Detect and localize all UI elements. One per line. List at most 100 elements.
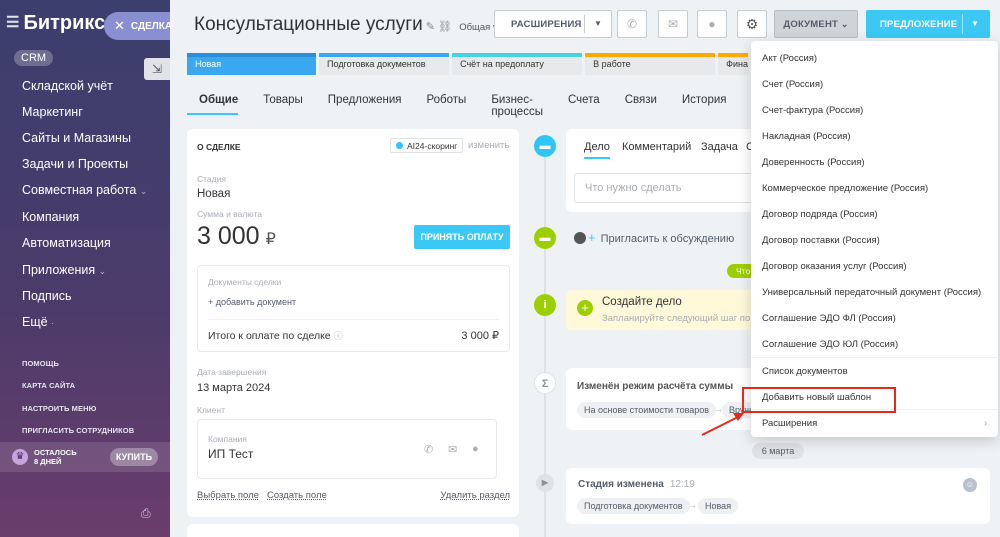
extensions-button[interactable]: РАСШИРЕНИЯ ▼ bbox=[494, 10, 612, 38]
gear-icon[interactable]: ⚙ bbox=[737, 10, 767, 38]
menu-item-commercial-offer[interactable]: Коммерческое предложение (Россия) bbox=[762, 183, 928, 194]
menu-item-supply-contract[interactable]: Договор поставки (Россия) bbox=[762, 235, 880, 246]
avatar[interactable]: ☺ bbox=[963, 478, 977, 492]
stage-prepay-invoice[interactable]: Счёт на предоплату bbox=[452, 53, 583, 75]
menu-item-power-of-attorney[interactable]: Доверенность (Россия) bbox=[762, 157, 865, 168]
tab-products[interactable]: Товары bbox=[263, 92, 303, 116]
stage-prep-docs[interactable]: Подготовка документов bbox=[319, 53, 450, 75]
document-button[interactable]: ДОКУМЕНТ ⌄ bbox=[774, 10, 858, 38]
invite-to-discussion[interactable]: + Пригласить к обсуждению bbox=[574, 230, 734, 245]
sitemap-link[interactable]: КАРТА САЙТА bbox=[22, 381, 75, 390]
create-activity-card[interactable]: + Создайте дело Запланируйте следующий ш… bbox=[566, 290, 783, 330]
create-field-link[interactable]: Создать поле bbox=[267, 490, 327, 501]
tab-links[interactable]: Связи bbox=[625, 92, 657, 116]
task-input[interactable]: Что нужно сделать bbox=[574, 173, 754, 203]
sidebar-item-warehouse[interactable]: Складской учёт bbox=[22, 79, 113, 93]
chevron-down-icon[interactable]: ▼ bbox=[971, 19, 979, 28]
link-icon[interactable]: ⛓ bbox=[438, 21, 452, 33]
close-icon[interactable]: ✕ bbox=[114, 18, 125, 34]
sidebar-item-sign[interactable]: Подпись bbox=[22, 289, 71, 303]
ai-scoring-badge[interactable]: AI24-скоринг bbox=[390, 138, 464, 153]
sidebar-item-automation[interactable]: Автоматизация bbox=[22, 236, 111, 250]
chat-icon[interactable]: ● bbox=[472, 443, 479, 455]
deal-sum[interactable]: 3 000 ₽ bbox=[197, 222, 276, 251]
buy-button[interactable]: КУПИТЬ bbox=[110, 448, 158, 466]
tab-activity[interactable]: Дело bbox=[584, 141, 610, 159]
tab-offers[interactable]: Предложения bbox=[328, 92, 402, 116]
tab-invoices[interactable]: Счета bbox=[568, 92, 600, 116]
info-icon[interactable]: ⓘ bbox=[334, 331, 343, 341]
configure-menu-link[interactable]: НАСТРОИТЬ МЕНЮ bbox=[22, 404, 96, 413]
menu-item-invoice-factura[interactable]: Счет-фактура (Россия) bbox=[762, 105, 863, 116]
sidebar-item-more[interactable]: Ещё · bbox=[22, 315, 54, 329]
plus-icon: + bbox=[588, 230, 596, 245]
add-document-link[interactable]: + добавить документ bbox=[208, 297, 296, 307]
printer-icon[interactable]: ⎙ bbox=[141, 506, 151, 521]
tab-bizproc[interactable]: Бизнес-процессы bbox=[491, 92, 543, 118]
document-dropdown-menu: Акт (Россия) Счет (Россия) Счет-фактура … bbox=[751, 41, 998, 437]
help-link[interactable]: ПОМОЩЬ bbox=[22, 359, 59, 368]
activity-editor: Дело Комментарий Задача С Что нужно сдел… bbox=[566, 129, 756, 212]
phone-icon[interactable]: ✆ bbox=[617, 10, 647, 38]
menu-item-service-contract[interactable]: Договор оказания услуг (Россия) bbox=[762, 261, 907, 272]
stage-final[interactable]: Фина bbox=[718, 53, 748, 75]
chat-icon[interactable]: ● bbox=[697, 10, 727, 38]
menu-item-act[interactable]: Акт (Россия) bbox=[762, 53, 817, 64]
sidebar-item-apps[interactable]: Приложения ⌄ bbox=[22, 263, 106, 277]
sidebar-item-marketing[interactable]: Маркетинг bbox=[22, 105, 83, 119]
collapse-arrow-icon[interactable]: ⇲ bbox=[144, 58, 170, 80]
invite-employees-link[interactable]: ПРИГЛАСИТЬ СОТРУДНИКОВ bbox=[22, 426, 134, 435]
menu-item-document-list[interactable]: Список документов bbox=[762, 366, 848, 377]
left-sidebar: ☰Битрикс 2 ✕СДЕЛКА CRM ⇲ Складской учёт … bbox=[0, 0, 172, 537]
select-field-link[interactable]: Выбрать поле bbox=[197, 490, 259, 501]
chevron-down-icon: ⌄ bbox=[840, 18, 849, 29]
mail-icon[interactable]: ✉ bbox=[658, 10, 688, 38]
sidebar-item-company[interactable]: Компания bbox=[22, 210, 79, 224]
deal-info-card: О СДЕЛКЕ AI24-скоринг изменить Стадия Но… bbox=[187, 129, 519, 517]
menu-item-extensions[interactable]: Расширения bbox=[762, 418, 817, 429]
tab-task[interactable]: Задача bbox=[701, 141, 738, 153]
stage-value[interactable]: Новая bbox=[197, 188, 230, 200]
pencil-icon[interactable]: ✎ bbox=[426, 21, 435, 33]
phone-icon[interactable]: ✆ bbox=[424, 443, 433, 456]
close-date-value[interactable]: 13 марта 2024 bbox=[197, 382, 270, 394]
deal-slider-close[interactable]: ✕ СДЕЛКА bbox=[104, 12, 172, 40]
menu-item-edo-fl[interactable]: Соглашение ЭДО ФЛ (Россия) bbox=[762, 313, 896, 324]
sidebar-item-crm[interactable]: CRM bbox=[14, 50, 54, 66]
info-icon: i bbox=[534, 294, 556, 316]
chevron-down-icon[interactable]: ▼ bbox=[594, 19, 602, 28]
category-selector[interactable]: Общая ▾ bbox=[459, 22, 498, 33]
tab-comment[interactable]: Комментарий bbox=[622, 141, 691, 153]
menu-item-edo-ul[interactable]: Соглашение ЭДО ЮЛ (Россия) bbox=[762, 339, 898, 350]
company-name[interactable]: ИП Тест bbox=[208, 447, 253, 461]
tab-robots[interactable]: Роботы bbox=[427, 92, 467, 116]
delete-section-link[interactable]: Удалить раздел bbox=[440, 490, 510, 501]
accept-payment-button[interactable]: ПРИНЯТЬ ОПЛАТУ bbox=[414, 225, 510, 249]
menu-item-contract-work[interactable]: Договор подряда (Россия) bbox=[762, 209, 878, 220]
stage-bar: Новая Подготовка документов Счёт на пред… bbox=[187, 53, 751, 75]
sidebar-item-tasks[interactable]: Задачи и Проекты bbox=[22, 157, 128, 171]
tab-history[interactable]: История bbox=[682, 92, 727, 116]
mail-icon[interactable]: ✉ bbox=[448, 443, 457, 456]
change-link[interactable]: изменить bbox=[468, 140, 509, 151]
deal-tabs: Общие Товары Предложения Роботы Бизнес-п… bbox=[187, 92, 747, 118]
client-box: Компания ИП Тест ✆ ✉ ● bbox=[197, 419, 497, 479]
arrow-right-icon: → bbox=[688, 500, 697, 510]
section-title: О СДЕЛКЕ bbox=[197, 142, 241, 152]
stage-new[interactable]: Новая bbox=[187, 53, 317, 75]
chevron-down-icon: ⌄ bbox=[98, 266, 107, 276]
menu-item-waybill[interactable]: Накладная (Россия) bbox=[762, 131, 851, 142]
menu-item-invoice[interactable]: Счет (Россия) bbox=[762, 79, 823, 90]
chat-bubble-icon: ▬ bbox=[534, 227, 556, 249]
stage-in-work[interactable]: В работе bbox=[585, 53, 716, 75]
menu-item-upd[interactable]: Универсальный передаточный документ (Рос… bbox=[762, 287, 981, 298]
offer-button[interactable]: ПРЕДЛОЖЕНИЕ ▼ bbox=[866, 10, 990, 38]
sidebar-item-collab[interactable]: Совместная работа ⌄ bbox=[22, 183, 147, 197]
menu-icon[interactable]: ☰ bbox=[6, 14, 19, 31]
chevron-right-icon: › bbox=[984, 418, 988, 429]
tab-general[interactable]: Общие bbox=[187, 92, 239, 115]
chevron-down-icon: ⌄ bbox=[139, 186, 148, 196]
sidebar-item-sites[interactable]: Сайты и Магазины bbox=[22, 131, 131, 145]
highlight-box bbox=[742, 387, 896, 413]
to-pay-value: 3 000 ₽ bbox=[461, 330, 499, 342]
